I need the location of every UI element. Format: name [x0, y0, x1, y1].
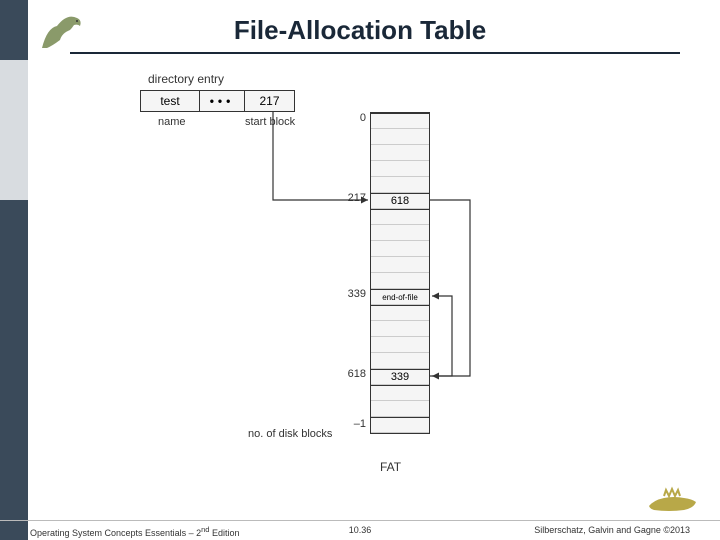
footer: Operating System Concepts Essentials – 2… [0, 520, 720, 536]
fat-idx-217: 217 [326, 192, 366, 204]
dir-entry-label: directory entry [148, 72, 224, 86]
arrows-svg [140, 72, 580, 472]
dir-dots-cell: ••• [200, 90, 245, 112]
slide-title: File-Allocation Table [0, 15, 720, 46]
disk-blocks-label: no. of disk blocks [248, 428, 332, 440]
fat-caption: FAT [380, 460, 401, 474]
title-underline [70, 52, 680, 54]
fat-idx-339: 339 [326, 288, 366, 300]
fat-row-339: end-of-file [371, 289, 429, 305]
fat-idx-618: 618 [326, 368, 366, 380]
fat-table: 618 end-of-file 339 [370, 112, 430, 434]
dir-entry-row: test ••• 217 [140, 90, 295, 112]
fat-row-618: 339 [371, 369, 429, 385]
fat-row-217: 618 [371, 193, 429, 209]
dir-startblock-cell: 217 [245, 90, 295, 112]
sidebar-light [0, 60, 28, 200]
footer-copyright: Silberschatz, Galvin and Gagne ©2013 [534, 525, 690, 535]
fat-row-0 [371, 113, 429, 129]
dir-name-label: name [158, 116, 186, 128]
dir-name-cell: test [140, 90, 200, 112]
dir-start-label: start block [245, 116, 295, 128]
dinosaur-bottom-icon [644, 478, 702, 518]
fat-idx-0: 0 [326, 112, 366, 124]
fat-diagram: directory entry test ••• 217 name start … [140, 72, 580, 472]
fat-row-minus1 [371, 417, 429, 433]
